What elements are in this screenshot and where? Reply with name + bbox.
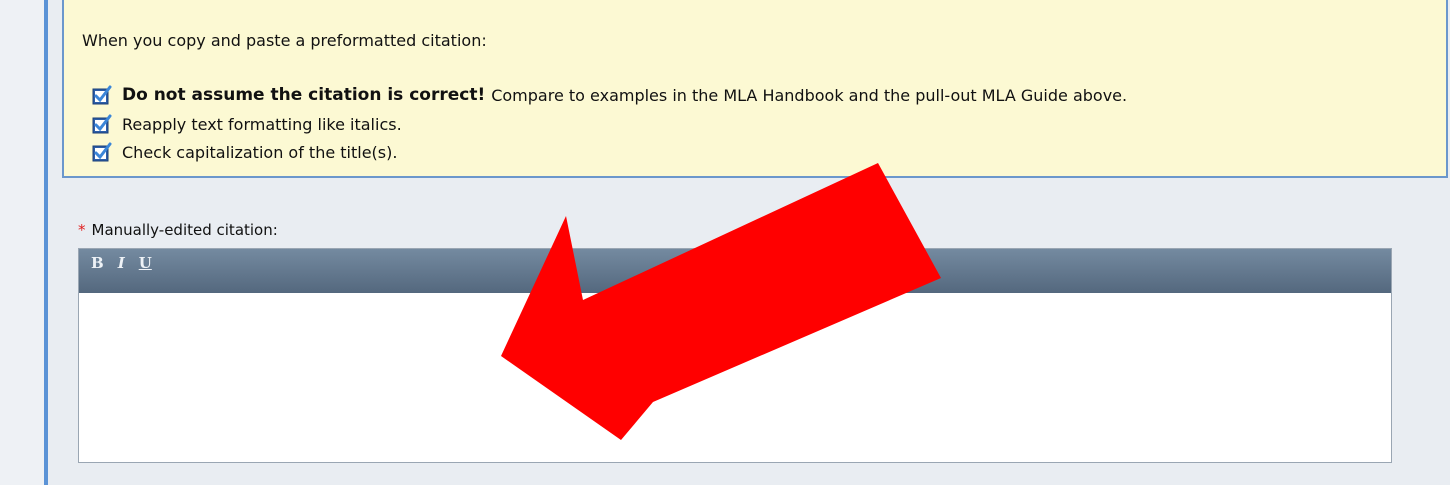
- citation-text-area[interactable]: [79, 293, 1391, 462]
- underline-button[interactable]: U: [139, 254, 152, 272]
- required-marker: *: [78, 221, 86, 239]
- checklist-item-emphasis: Do not assume the citation is correct!: [122, 85, 486, 105]
- citation-editor: B I U: [78, 248, 1392, 463]
- citation-notice-box: When you copy and paste a preformatted c…: [62, 0, 1448, 178]
- notice-intro-text: When you copy and paste a preformatted c…: [82, 31, 487, 50]
- checklist-item-text: Check capitalization of the title(s).: [122, 142, 398, 162]
- checklist-item-text: Reapply text formatting like italics.: [122, 114, 402, 134]
- checklist-item-text: Compare to examples in the MLA Handbook …: [491, 85, 1128, 105]
- checklist-item: Check capitalization of the title(s).: [92, 138, 1127, 166]
- checklist-item: Reapply text formatting like italics.: [92, 110, 1127, 138]
- left-border-rule: [44, 0, 48, 485]
- bold-button[interactable]: B: [91, 254, 104, 272]
- italic-button[interactable]: I: [118, 254, 125, 272]
- checked-checkbox-icon: [92, 85, 112, 105]
- editor-toolbar: B I U: [79, 249, 1391, 293]
- checked-checkbox-icon: [92, 114, 112, 134]
- checklist: Do not assume the citation is correct! C…: [92, 80, 1127, 166]
- citation-field-label-text: Manually-edited citation:: [91, 221, 278, 239]
- left-margin: [0, 0, 44, 485]
- checked-checkbox-icon: [92, 142, 112, 162]
- checklist-item: Do not assume the citation is correct! C…: [92, 80, 1127, 110]
- citation-field-label: * Manually-edited citation:: [78, 221, 278, 239]
